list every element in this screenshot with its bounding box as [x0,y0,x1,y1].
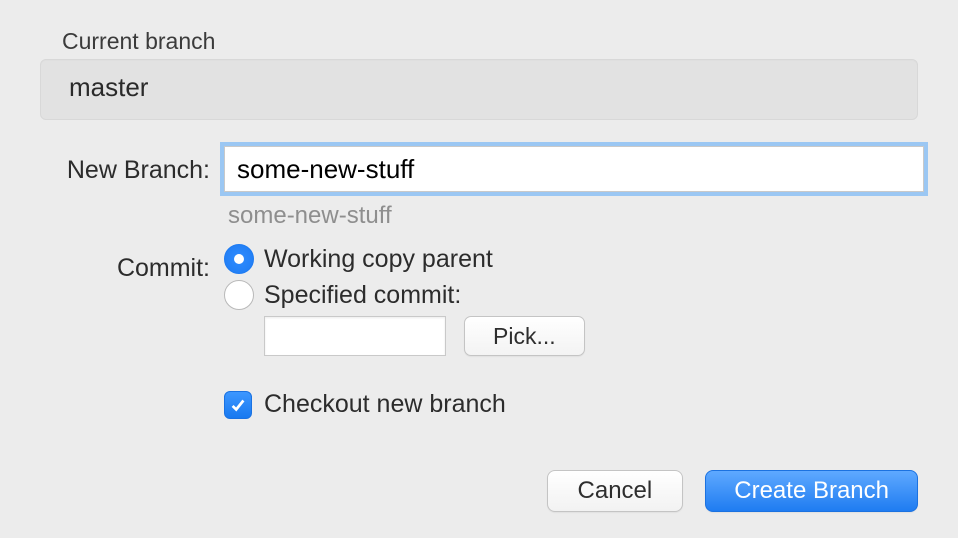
checkout-new-branch-label: Checkout new branch [264,390,506,419]
current-branch-label: Current branch [62,28,918,55]
dialog-footer: Cancel Create Branch [547,470,918,512]
commit-label: Commit: [40,244,224,283]
pick-button[interactable]: Pick... [464,316,585,356]
specified-commit-input[interactable] [264,316,446,356]
create-branch-dialog: Current branch master New Branch: some-n… [0,0,958,538]
cancel-button[interactable]: Cancel [547,470,684,512]
radio-specified-commit[interactable] [224,280,254,310]
new-branch-label: New Branch: [40,146,224,185]
radio-specified-commit-label: Specified commit: [264,281,461,310]
radio-working-copy-parent-label: Working copy parent [264,245,493,274]
checkout-new-branch-checkbox[interactable] [224,391,252,419]
create-branch-button[interactable]: Create Branch [705,470,918,512]
new-branch-slug-hint: some-new-stuff [228,202,924,230]
checkmark-icon [229,396,247,414]
new-branch-input[interactable] [224,146,924,192]
current-branch-value: master [40,59,918,120]
radio-working-copy-parent[interactable] [224,244,254,274]
